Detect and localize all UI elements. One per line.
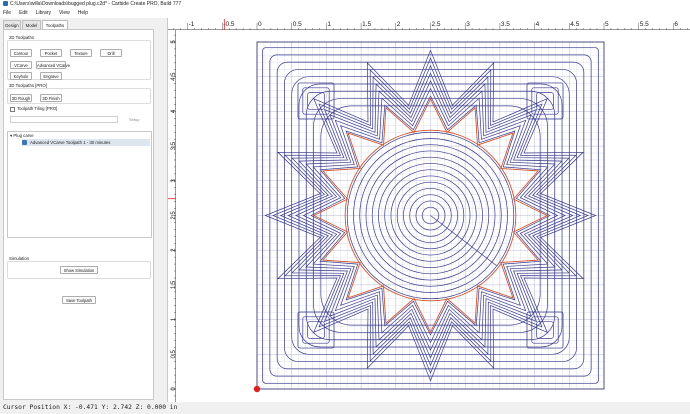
ruler-x-label: 4 [536, 21, 540, 28]
pocket-button[interactable]: Pocket [40, 49, 62, 57]
engrave-button[interactable]: Engrave [40, 72, 62, 80]
keyhole-button[interactable]: Keyhole [10, 72, 32, 80]
tab-model[interactable]: Model [22, 20, 41, 29]
tree-group-label: Plug carve [13, 133, 34, 138]
ruler-x-label: 1.5 [362, 21, 371, 28]
ruler-x-label: -0.5 [223, 21, 235, 28]
menu-file[interactable]: File [0, 9, 15, 18]
vcarve-button[interactable]: VCarve [10, 61, 32, 69]
app-icon [3, 1, 8, 7]
window-title-bar: C:\Users\willa\Downloads\bugged plug.c2d… [0, 0, 690, 9]
ruler-x-label: 2.5 [432, 21, 441, 28]
setup-button[interactable]: Setup [129, 117, 139, 122]
show-simulation-button[interactable]: Show Simulation [60, 266, 98, 274]
ruler-x-label: 0.5 [293, 21, 302, 28]
ruler-x-label: 6 [674, 21, 678, 28]
menu-edit[interactable]: Edit [15, 9, 32, 18]
menu-bar: File Edit Library View Help [0, 9, 690, 18]
origin-marker [253, 385, 261, 393]
toolpath-tiling-label: Toolpath Tiling [PRO] [17, 106, 58, 111]
menu-library[interactable]: Library [32, 9, 55, 18]
toolpath-tree: ▾ Plug carve Advanced VCarve Toolpath 1 … [7, 131, 152, 238]
menu-help[interactable]: Help [74, 9, 92, 18]
toolpaths-tab-body: 2D Toolpaths Contour Pocket Texture Dril… [3, 29, 154, 400]
ruler-x-label: 2 [397, 21, 401, 28]
cursor-position: Cursor Position X: -0.471 Y: 2.742 Z: 0.… [3, 404, 178, 411]
save-toolpath-button[interactable]: Save Toolpath [62, 296, 96, 304]
texture-button[interactable]: Texture [70, 49, 92, 57]
contour-button[interactable]: Contour [10, 49, 32, 57]
toolpath-icon [22, 140, 27, 146]
3d-finish-button[interactable]: 3D Finish [40, 94, 62, 102]
window-title: C:\Users\willa\Downloads\bugged plug.c2d… [10, 1, 182, 7]
top-ruler: -1 -0.5 0 0.5 1 1.5 2 2.5 3 3.5 4 4.5 5 5.5 6 [168, 18, 690, 31]
tab-toolpaths[interactable]: Toolpaths [42, 20, 68, 29]
ruler-x-label: 5 [605, 21, 609, 28]
left-panel: Design Model Toolpaths 2D Toolpaths Cont… [0, 18, 168, 402]
tab-design[interactable]: Design [3, 20, 21, 29]
ruler-x-label: 4.5 [570, 21, 579, 28]
left-ruler: 54.543.532.521.510.50 [168, 30, 177, 402]
ruler-x-label: -1 [189, 21, 195, 28]
design-canvas[interactable] [176, 30, 690, 402]
tree-expand-icon[interactable]: ▾ [10, 133, 12, 138]
status-bar: Cursor Position X: -0.471 Y: 2.742 Z: 0.… [0, 402, 690, 414]
3d-rough-button[interactable]: 3D Rough [10, 94, 32, 102]
ruler-x-label: 5.5 [640, 21, 649, 28]
drill-button[interactable]: Drill [100, 49, 122, 57]
menu-view[interactable]: View [55, 9, 74, 18]
current-tile-field[interactable] [10, 116, 118, 123]
ruler-x-label: 3 [466, 21, 470, 28]
ruler-x-label: 0 [258, 21, 262, 28]
left-ruler-ticks: 54.543.532.521.510.50 [168, 34, 177, 397]
ruler-x-label: 3.5 [501, 21, 510, 28]
ruler-x-label: 1 [327, 21, 331, 28]
tree-group-row[interactable]: ▾ Plug carve [10, 132, 34, 139]
advanced-vcarve-button[interactable]: Advanced VCarve [36, 61, 70, 69]
tree-toolpath-item[interactable]: Advanced VCarve Toolpath 1 - 30 minutes [22, 139, 150, 146]
toolpath-tiling-checkbox[interactable] [10, 107, 15, 112]
tree-toolpath-label: Advanced VCarve Toolpath 1 - 30 minutes [30, 140, 111, 145]
